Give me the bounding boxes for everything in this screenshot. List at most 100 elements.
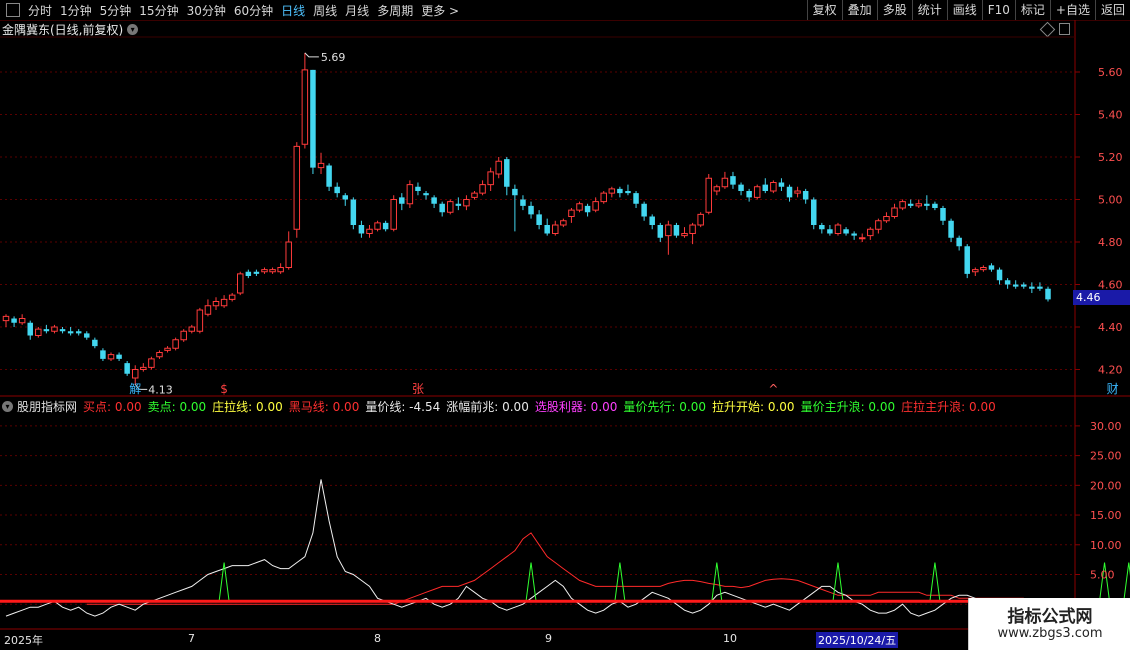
candle-body-up: [156, 352, 163, 358]
green-spike: [1099, 562, 1111, 602]
candle-body-down: [940, 208, 946, 221]
candle-body-down: [996, 269, 1003, 281]
tab-period[interactable]: 周线: [309, 2, 341, 19]
statistics-button[interactable]: 统计: [911, 0, 947, 20]
indicator-values: 买点: 0.00 卖点: 0.00 庄拉线: 0.00 黑马线: 0.00 量价线: -…: [79, 398, 998, 415]
event-marker: 财: [1107, 382, 1119, 396]
candle-body-down: [84, 333, 90, 338]
candle-body-down: [843, 229, 849, 234]
candle-body-up: [2, 315, 10, 322]
high-pointer: [304, 52, 319, 58]
candle-body-up: [721, 177, 729, 188]
restore-rights-button[interactable]: 复权: [806, 0, 842, 20]
candle-body-up: [770, 182, 777, 192]
candle-body-down: [399, 197, 405, 204]
tab-period[interactable]: 30分钟: [183, 2, 230, 19]
f10-button[interactable]: F10: [981, 0, 1015, 20]
candle-body-down: [334, 186, 340, 194]
candle-body-down: [851, 233, 857, 236]
multi-stock-button[interactable]: 多股: [876, 0, 912, 20]
action-buttons: 复权 叠加 多股 统计 画线 F10 标记 +自选 返回: [806, 0, 1130, 20]
candle-body-up: [374, 222, 381, 230]
indicator-value: 庄拉线: 0.00: [212, 399, 283, 414]
watermark-logo: 指标公式网 www.zbgs3.com: [968, 598, 1130, 650]
price-tick-label: 5.20: [1098, 151, 1123, 164]
diamond-icon[interactable]: [1039, 21, 1056, 38]
tab-period[interactable]: 15分钟: [135, 2, 182, 19]
cursor-date: 2025/10/24/五: [816, 632, 899, 648]
candle-body-up: [681, 233, 688, 237]
candle-body-up: [487, 171, 494, 186]
overlay-button[interactable]: 叠加: [841, 0, 877, 20]
candle-body-up: [834, 224, 842, 234]
tab-period[interactable]: 5分钟: [96, 2, 136, 19]
tab-period[interactable]: 多周期: [373, 2, 417, 19]
candle-body-down: [827, 229, 833, 234]
tab-period-daily[interactable]: 日线: [277, 2, 309, 19]
tab-period[interactable]: 60分钟: [230, 2, 277, 19]
candle-body-down: [1029, 286, 1035, 289]
panel-icon[interactable]: [1059, 23, 1070, 35]
price-tick-label: 4.20: [1098, 364, 1123, 377]
indicator-value: 庄拉主升浪: 0.00: [901, 399, 996, 414]
candle-body-down: [358, 225, 365, 234]
candle-body-down: [730, 176, 736, 185]
candle-body-up: [560, 220, 567, 226]
candle-body-up: [188, 326, 196, 332]
candle-body-up: [180, 330, 187, 341]
tab-period[interactable]: 月线: [341, 2, 373, 19]
candle-body-down: [786, 186, 793, 198]
tab-period[interactable]: 分时: [24, 2, 56, 19]
stock-title: 金隅冀东(日线,前复权): [2, 22, 124, 37]
watermark-title: 指标公式网: [1007, 607, 1093, 627]
tab-period[interactable]: 1分钟: [56, 2, 96, 19]
kline-chart[interactable]: 5.694.13解 $ 张 ^ 财 5.605.405.205.004.804.604.…: [0, 0, 1130, 650]
add-watchlist-button[interactable]: +自选: [1049, 0, 1095, 20]
candle-body-down: [439, 203, 445, 213]
indicator-tick-label: 25.00: [1090, 450, 1122, 463]
candle-body-down: [504, 159, 510, 187]
date-label: 10: [723, 632, 737, 645]
candle-body-up: [35, 328, 42, 336]
candle-body-down: [1004, 280, 1011, 285]
candle-body-up: [875, 220, 882, 230]
window-icon[interactable]: [6, 3, 20, 17]
candle-body-down: [673, 225, 680, 236]
draw-line-button[interactable]: 画线: [946, 0, 982, 20]
period-toolbar: 分时 1分钟 5分钟 15分钟 30分钟 60分钟 日线 周线 月线 多周期 更…: [0, 0, 1130, 21]
candle-body-up: [600, 192, 607, 203]
candle-body-down: [811, 199, 817, 225]
candle-body-down: [924, 203, 930, 206]
candle-body-down: [415, 186, 421, 191]
back-button[interactable]: 返回: [1094, 0, 1130, 20]
candle-body-up: [608, 188, 616, 194]
candle-body-down: [326, 165, 332, 187]
date-label: 7: [188, 632, 195, 645]
candle-body-down: [738, 184, 744, 191]
candle-body-up: [972, 269, 979, 273]
price-tick-label: 4.80: [1098, 236, 1123, 249]
candle-body-down: [11, 318, 17, 323]
candle-body-down: [59, 329, 66, 332]
green-spike: [1123, 562, 1130, 602]
mark-button[interactable]: 标记: [1014, 0, 1050, 20]
candle-body-up: [366, 228, 373, 234]
chevron-down-icon[interactable]: ▾: [127, 23, 139, 35]
candle-body-up: [713, 186, 721, 192]
candle-body-down: [423, 193, 429, 196]
candle-body-down: [520, 199, 526, 206]
candle-body-down: [75, 331, 82, 334]
candle-body-down: [512, 188, 518, 196]
indicator-tick-label: 10.00: [1090, 539, 1122, 552]
candle-body-down: [27, 322, 33, 336]
candle-body-down: [617, 188, 623, 194]
more-periods-button[interactable]: 更多 >: [417, 2, 463, 19]
chevron-down-icon[interactable]: ▾: [2, 400, 13, 412]
candle-body-up: [883, 216, 890, 222]
candle-body-up: [228, 294, 236, 300]
indicator-value: 黑马线: 0.00: [288, 399, 360, 414]
candle-body-down: [544, 225, 550, 234]
chart-title-row: 金隅冀东(日线,前复权) ▾: [2, 21, 139, 37]
candle-body-down: [253, 271, 260, 274]
candle-body-down: [948, 220, 954, 238]
